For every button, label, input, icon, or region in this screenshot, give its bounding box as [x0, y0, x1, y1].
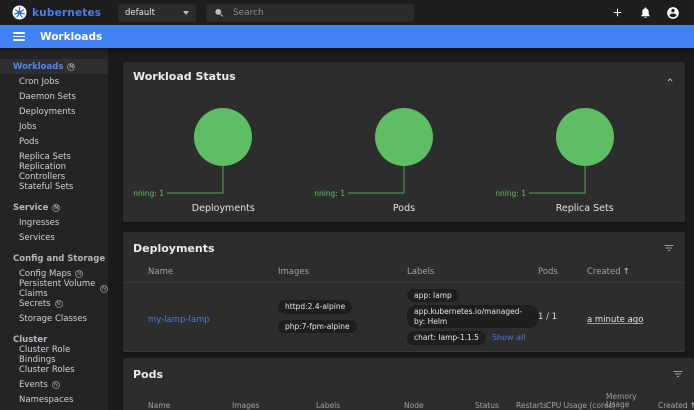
pods-title: Pods: [133, 368, 163, 381]
column-header-pods[interactable]: Pods: [538, 263, 587, 282]
brand-name: kubernetes: [32, 7, 101, 19]
column-header-images[interactable]: Images: [232, 397, 316, 410]
sidebar-item-deployments[interactable]: Deployments: [0, 104, 108, 119]
sidebar-item-cron-jobs[interactable]: Cron Jobs: [0, 74, 108, 89]
column-header-name[interactable]: Name: [148, 397, 232, 410]
top-actions: [608, 4, 694, 22]
created-timestamp[interactable]: a minute ago: [587, 315, 643, 325]
label-chip: app: lamp: [407, 289, 459, 302]
label-chip: app.kubernetes.io/managed-by: Helm: [407, 305, 538, 328]
search-box[interactable]: [206, 4, 414, 22]
chevron-down-icon: [183, 11, 189, 15]
kubernetes-logo-icon: [12, 5, 27, 20]
filter-button[interactable]: [663, 239, 675, 258]
namespaced-badge-icon: N: [75, 270, 83, 278]
top-bar: kubernetes default: [0, 0, 694, 25]
sidebar-section-config-and-storage: Config and Storage: [0, 251, 108, 266]
namespaced-badge-icon: N: [52, 204, 60, 212]
sidebar-item-workloads[interactable]: Workloads N: [0, 59, 108, 74]
show-all-labels-link[interactable]: Show all: [492, 333, 525, 342]
chart-label: Deployments: [192, 203, 255, 214]
column-header-created[interactable]: Created↑: [658, 397, 694, 410]
label-chip: chart: lamp-1.1.5: [407, 331, 486, 344]
namespace-value: default: [125, 8, 155, 18]
column-header-name[interactable]: Name: [148, 263, 278, 282]
column-header-images[interactable]: Images: [278, 263, 407, 282]
collapse-card-button[interactable]: [665, 70, 675, 89]
notifications-button[interactable]: [636, 4, 654, 22]
sidebar-nav: Workloads N Cron Jobs Daemon Sets Deploy…: [0, 48, 108, 410]
workload-status-title: Workload Status: [133, 70, 675, 83]
sidebar-item-service[interactable]: Service N: [0, 200, 108, 215]
pods-ratio: 1 / 1: [538, 312, 587, 322]
chevron-up-icon: [665, 75, 675, 85]
image-chip: httpd:2.4-alpine: [278, 300, 352, 313]
create-resource-button[interactable]: [608, 4, 626, 22]
deployments-pie-chart: Running: 1 Deployments: [133, 89, 314, 214]
running-annotation: Running: 1: [495, 189, 526, 198]
deployment-name-link[interactable]: my-lamp-lamp: [148, 315, 210, 325]
namespaced-badge-icon: N: [52, 381, 60, 389]
plus-icon: [611, 6, 624, 19]
sidebar-item-replication-controllers[interactable]: Replication Controllers: [0, 164, 108, 179]
brand[interactable]: kubernetes: [0, 5, 118, 20]
filter-button[interactable]: [672, 365, 684, 384]
pie-running-slice: [375, 108, 433, 166]
running-annotation: Running: 1: [133, 189, 164, 198]
menu-toggle-button[interactable]: [13, 32, 25, 41]
filter-icon: [663, 242, 675, 254]
sidebar-item-services[interactable]: Services: [0, 230, 108, 245]
page-title: Workloads: [40, 31, 102, 43]
column-header-cpu[interactable]: CPU Usage (cores): [546, 397, 606, 410]
deployments-table-header: Name Images Labels Pods Created↑: [123, 263, 685, 283]
sidebar-item-namespaces[interactable]: Namespaces: [0, 392, 108, 407]
column-header-memory[interactable]: Memory Usage (bytes): [606, 389, 658, 410]
sort-ascending-icon: ↑: [623, 267, 630, 277]
app-bar: Workloads: [0, 25, 694, 48]
pods-card: Pods Name Images Labels Node Status Rest…: [123, 358, 694, 410]
user-menu-button[interactable]: [664, 4, 682, 22]
pie-running-slice: [556, 108, 614, 166]
column-header-restarts[interactable]: Restarts: [516, 397, 546, 410]
sidebar-item-events[interactable]: Events N: [0, 377, 108, 392]
chart-label: Pods: [393, 203, 415, 214]
chart-label: Replica Sets: [556, 203, 614, 214]
sort-ascending-icon: ↑: [690, 401, 694, 410]
image-chip: php:7-fpm-alpine: [278, 320, 357, 333]
search-icon: [214, 7, 225, 19]
sidebar-item-daemon-sets[interactable]: Daemon Sets: [0, 89, 108, 104]
namespaced-badge-icon: N: [100, 285, 108, 293]
bell-icon: [639, 6, 652, 19]
main-content: Workload Status Running: 1 Deployments: [108, 48, 694, 410]
sidebar-item-storage-classes[interactable]: Storage Classes: [0, 311, 108, 326]
deployments-card: Deployments Name Images Labels Pods Crea…: [123, 232, 685, 352]
search-input[interactable]: [233, 8, 406, 18]
namespaced-badge-icon: N: [55, 300, 63, 308]
deployments-title: Deployments: [133, 242, 215, 255]
column-header-labels: Labels: [407, 263, 538, 282]
sidebar-item-ingresses[interactable]: Ingresses: [0, 215, 108, 230]
workload-status-card: Workload Status Running: 1 Deployments: [123, 62, 685, 222]
sidebar-item-pods[interactable]: Pods: [0, 134, 108, 149]
table-row: my-lamp-lamp httpd:2.4-alpine php:7-fpm-…: [123, 283, 685, 352]
pods-pie-chart: Running: 1 Pods: [314, 89, 495, 214]
column-header-node[interactable]: Node: [404, 397, 475, 410]
replica-sets-pie-chart: Running: 1 Replica Sets: [494, 89, 675, 214]
pie-running-slice: [194, 108, 252, 166]
filter-icon: [672, 368, 684, 380]
sidebar-item-persistent-volume-claims[interactable]: Persistent Volume Claims N: [0, 281, 108, 296]
namespace-select[interactable]: default: [118, 4, 196, 22]
column-header-created[interactable]: Created↑: [587, 263, 685, 282]
account-circle-icon: [666, 6, 680, 20]
running-annotation: Running: 1: [314, 189, 345, 198]
pods-table-header: Name Images Labels Node Status Restarts …: [123, 389, 694, 410]
workload-status-charts: Running: 1 Deployments Running: 1 Pods: [133, 89, 675, 214]
sidebar-item-jobs[interactable]: Jobs: [0, 119, 108, 134]
namespaced-badge-icon: N: [67, 63, 75, 71]
sidebar-item-cluster-role-bindings[interactable]: Cluster Role Bindings: [0, 347, 108, 362]
column-header-status[interactable]: Status: [475, 397, 516, 410]
column-header-labels: Labels: [316, 397, 404, 410]
